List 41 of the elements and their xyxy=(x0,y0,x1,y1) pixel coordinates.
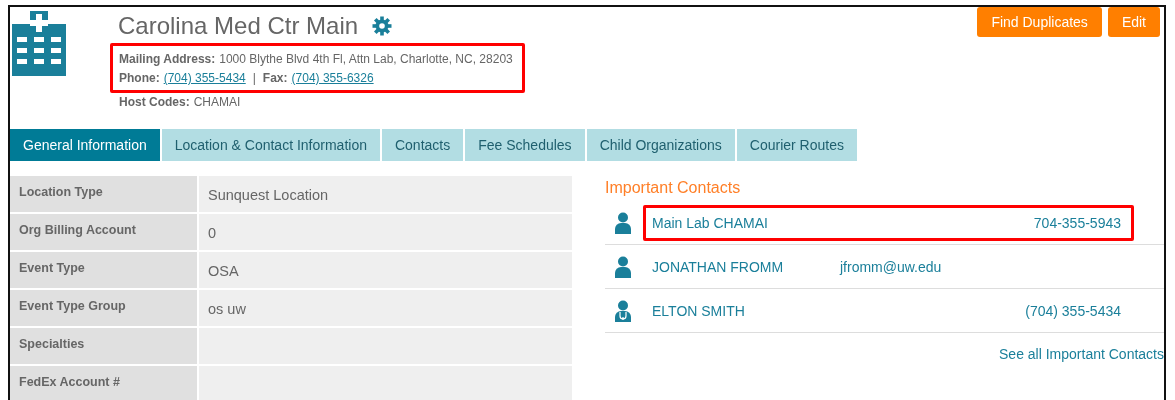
separator-text: | xyxy=(252,71,256,85)
tab[interactable]: Fee Schedules xyxy=(465,129,585,161)
hospital-icon xyxy=(12,11,66,76)
action-button[interactable]: Find Duplicates xyxy=(977,7,1102,37)
field-label: Fax: xyxy=(262,71,288,85)
contact-link[interactable]: JONATHAN FROMM xyxy=(652,258,840,275)
host-codes-text: CHAMAI xyxy=(193,95,241,109)
tab[interactable]: Courier Routes xyxy=(736,129,857,161)
email-link[interactable]: jfromm@uw.edu xyxy=(840,258,942,275)
address-text: 1000 Blythe Blvd 4th Fl, Attn Lab, Charlotte, NC, 28203 xyxy=(219,52,513,66)
contact-link[interactable]: Main Lab CHAMAI xyxy=(652,214,840,231)
person-icon xyxy=(615,255,631,278)
tab[interactable]: Contacts xyxy=(381,129,464,161)
table-cell: Location Type xyxy=(10,176,197,212)
table-cell: 0 xyxy=(199,214,572,250)
table-cell: OSA xyxy=(199,252,572,288)
person-icon xyxy=(615,211,631,234)
phone-link[interactable]: 704-355-5943 xyxy=(1033,214,1121,231)
table-cell: Specialties xyxy=(10,328,197,364)
phone-link[interactable]: (704) 355-5434 xyxy=(1025,302,1121,319)
table-cell: Org Billing Account xyxy=(10,214,197,250)
field-label: Host Codes: xyxy=(119,95,190,109)
table-cell: Event Type xyxy=(10,252,197,288)
section-heading: Important Contacts xyxy=(605,179,742,198)
tab[interactable]: General Information xyxy=(10,129,160,161)
tab[interactable]: Location & Contact Information xyxy=(161,129,380,161)
action-button[interactable]: Edit xyxy=(1107,7,1160,37)
doctor-icon xyxy=(615,299,631,322)
fax-link[interactable]: (704) 355-6326 xyxy=(291,71,374,85)
field-label: Phone: xyxy=(119,71,160,85)
table-cell: os uw xyxy=(199,290,572,326)
contact-link[interactable]: ELTON SMITH xyxy=(652,302,840,319)
field-label: Mailing Address: xyxy=(119,52,216,66)
page-title: Carolina Med Ctr Main xyxy=(118,12,359,40)
phone-link[interactable]: (704) 355-5434 xyxy=(163,71,246,85)
gear-icon xyxy=(372,16,393,36)
table-cell: Sunquest Location xyxy=(199,176,572,212)
table-cell: Event Type Group xyxy=(10,290,197,326)
see-all-link[interactable]: See all Important Contacts xyxy=(999,346,1164,362)
tab[interactable]: Child Organizations xyxy=(586,129,735,161)
table-cell: FedEx Account # xyxy=(10,366,197,400)
